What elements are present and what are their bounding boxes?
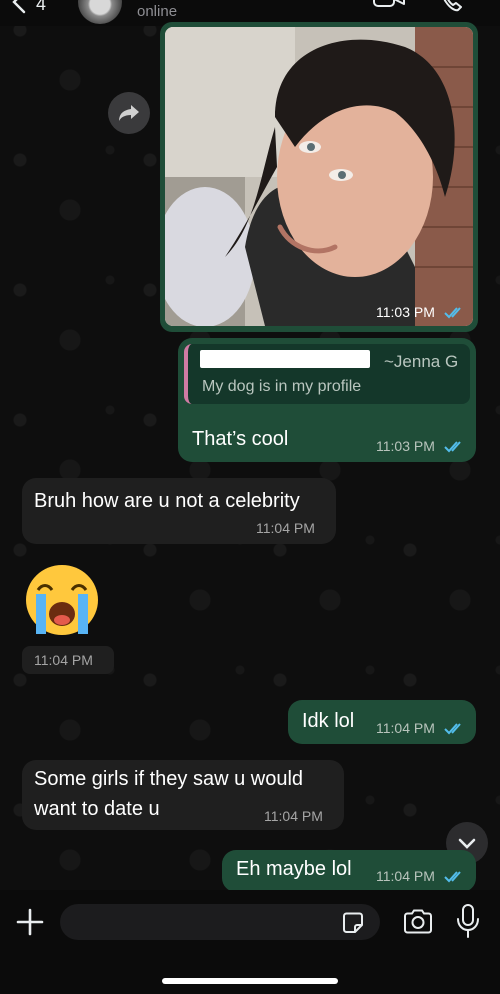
- photo-image: [165, 27, 473, 326]
- microphone-icon[interactable]: [454, 903, 482, 939]
- message-time: 11:04 PM: [264, 808, 323, 824]
- quote-author: ~Jenna G: [384, 352, 459, 371]
- message-text: Eh maybe lol: [236, 858, 352, 880]
- image-message[interactable]: 11:03 PM: [160, 22, 478, 332]
- sticker-icon[interactable]: [340, 910, 366, 936]
- message-text: That’s cool: [192, 428, 289, 450]
- incoming-message[interactable]: Some girls if they saw u would want to d…: [22, 760, 344, 830]
- plus-icon[interactable]: [14, 906, 46, 938]
- quoted-message[interactable]: ~Jenna G My dog is in my profile: [184, 344, 470, 404]
- message-time: 11:03 PM: [376, 438, 435, 454]
- outgoing-message[interactable]: Eh maybe lol 11:04 PM: [222, 850, 476, 892]
- contact-status: online: [137, 3, 178, 20]
- composer-bar: [0, 890, 500, 994]
- message-text: Idk lol: [302, 710, 355, 732]
- camera-icon[interactable]: [402, 906, 434, 938]
- unread-count[interactable]: 4: [36, 0, 46, 15]
- forward-button[interactable]: [108, 92, 150, 134]
- message-time: 11:04 PM: [376, 720, 435, 736]
- message-time: 11:04 PM: [376, 868, 435, 884]
- message-time: 11:04 PM: [34, 652, 93, 668]
- message-text: Bruh how are u not a celebrity: [34, 490, 300, 512]
- message-text-line-2: want to date u: [34, 798, 160, 820]
- read-receipt-icon: [444, 441, 461, 453]
- avatar[interactable]: [78, 0, 122, 24]
- home-indicator: [162, 978, 338, 984]
- video-call-icon[interactable]: [372, 0, 406, 10]
- message-input[interactable]: [74, 904, 334, 940]
- read-receipt-icon: [444, 871, 461, 883]
- back-icon[interactable]: [8, 0, 32, 14]
- forward-icon: [119, 105, 139, 121]
- message-input-container[interactable]: [60, 904, 380, 940]
- photo[interactable]: [165, 27, 473, 326]
- incoming-message[interactable]: Bruh how are u not a celebrity 11:04 PM: [22, 478, 336, 544]
- read-receipt-icon: [444, 723, 461, 735]
- message-text-line-1: Some girls if they saw u would: [34, 768, 304, 790]
- redacted-name: [200, 350, 370, 368]
- quote-text: My dog is in my profile: [202, 378, 362, 395]
- message-time: 11:03 PM: [376, 304, 435, 320]
- loudly-crying-face-emoji[interactable]: [24, 564, 100, 636]
- outgoing-message[interactable]: Idk lol 11:04 PM: [288, 700, 476, 744]
- read-receipt-icon: [444, 307, 461, 319]
- message-time: 11:04 PM: [256, 520, 315, 536]
- emoji-time-badge: 11:04 PM: [22, 646, 114, 674]
- reply-message[interactable]: ~Jenna G My dog is in my profile That’s …: [178, 338, 476, 462]
- phone-icon[interactable]: [438, 0, 466, 14]
